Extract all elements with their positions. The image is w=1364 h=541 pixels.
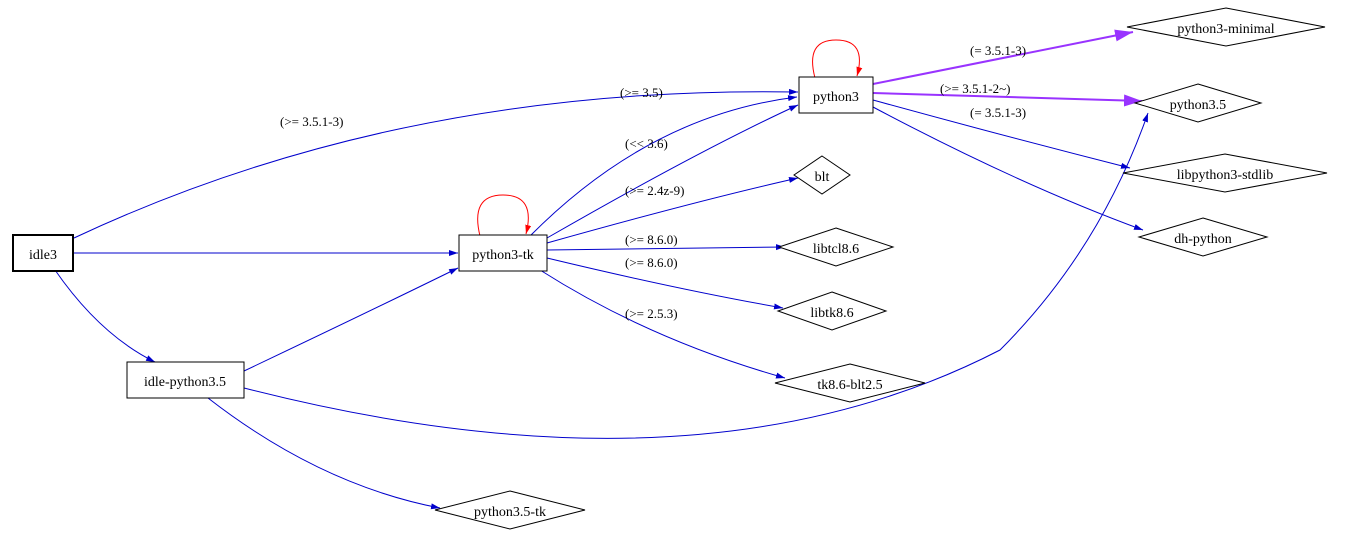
node-dh-python: dh-python [1139,218,1267,256]
edge-label: (>= 8.6.0) [625,232,678,247]
edge-label: (>= 8.6.0) [625,255,678,270]
node-label: python3.5 [1170,98,1226,113]
edge-python3tk-libtcl86 [547,247,785,250]
node-python35-tk: python3.5-tk [435,491,585,529]
node-label: blt [815,170,830,185]
node-python3-tk: python3-tk [459,235,547,271]
edge-label: (>= 3.5) [620,85,663,100]
node-label: idle-python3.5 [144,375,226,390]
edge-label: (= 3.5.1-3) [970,43,1026,58]
edge-label: (>= 2.4z-9) [625,183,684,198]
node-label: python3.5-tk [474,505,546,520]
node-label: libpython3-stdlib [1177,168,1273,183]
edge-python3tk-python3-1 [530,97,797,236]
node-label: python3-tk [472,248,533,263]
node-label: python3-minimal [1177,22,1274,37]
node-libpython3-stdlib: libpython3-stdlib [1123,154,1327,192]
edge-python3-self [813,40,860,78]
node-label: libtk8.6 [810,306,853,321]
node-label: idle3 [29,248,57,263]
edge-label: (>= 2.5.3) [625,306,678,321]
edge-idle3-idlepython35 [55,270,155,362]
node-idle3: idle3 [13,235,73,271]
edge-python3-python3minimal [873,32,1133,84]
edge-idlepython35-python35 [244,113,1148,438]
node-label: dh-python [1174,232,1232,247]
edge-python3-dhpython [873,107,1143,230]
edge-idle3-python3 [74,92,798,238]
edge-python3tk-tk86blt25 [540,270,785,378]
edge-python3tk-python3-2 [547,105,798,238]
node-label: python3 [813,90,859,105]
edge-label: (<< 3.6) [625,136,668,151]
node-tk86blt25: tk8.6-blt2.5 [775,364,925,402]
node-libtcl86: libtcl8.6 [779,228,893,266]
node-python35: python3.5 [1135,84,1261,122]
node-python3: python3 [799,77,873,113]
edge-label: (>= 3.5.1-3) [280,114,343,129]
node-label: libtcl8.6 [813,242,859,257]
node-libtk86: libtk8.6 [778,292,886,330]
node-blt: blt [794,156,850,194]
node-label: tk8.6-blt2.5 [817,378,882,393]
edge-label: (= 3.5.1-3) [970,105,1026,120]
edge-label: (>= 3.5.1-2~) [940,81,1010,96]
dependency-graph: (>= 3.5.1-3) (>= 3.5) (<< 3.6) (>= 2.4z-… [0,0,1364,541]
edge-python3tk-self [478,195,529,236]
node-python3-minimal: python3-minimal [1127,8,1325,46]
node-idle-python35: idle-python3.5 [127,362,244,398]
edge-idlepython35-python35tk [208,398,440,508]
edge-idlepython35-python3tk [244,268,458,371]
